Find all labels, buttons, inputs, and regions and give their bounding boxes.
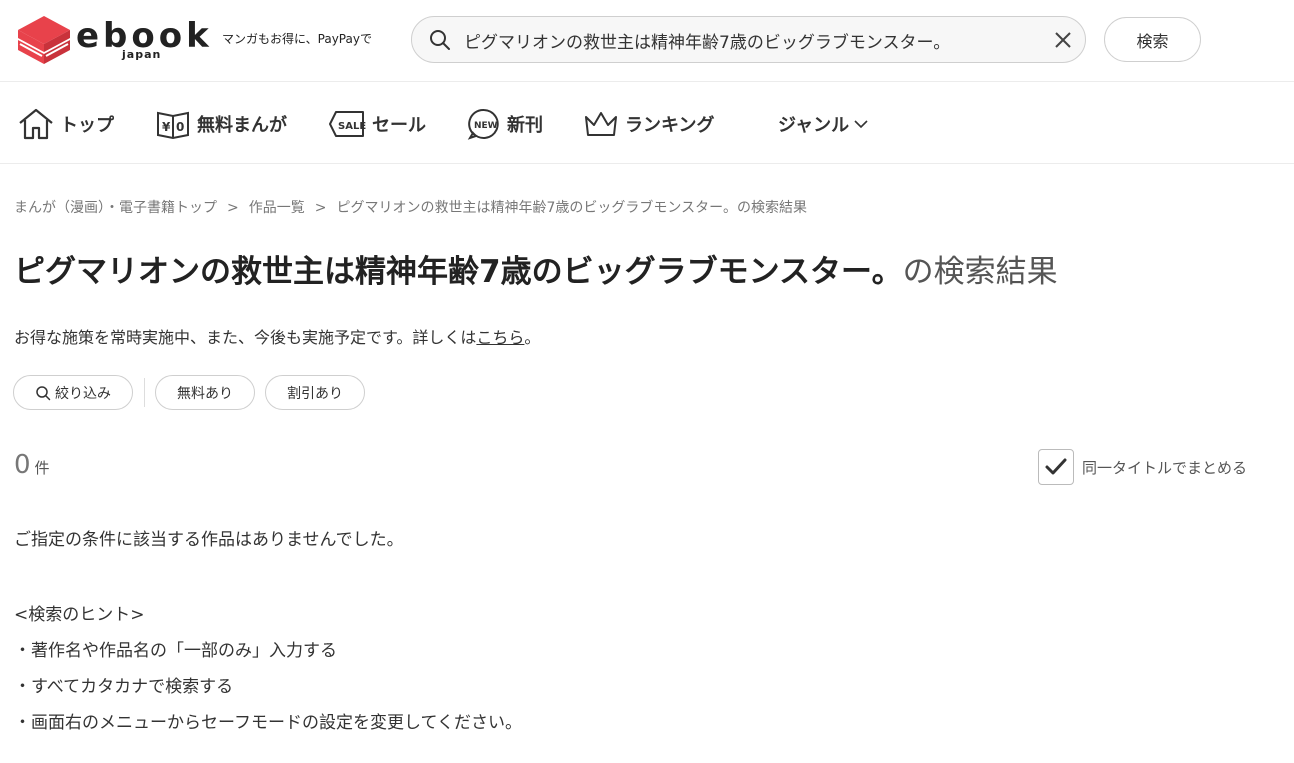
nav-label: 新刊 [507,115,543,136]
hint-item: ・すべてカタカナで検索する [14,677,234,697]
page-title-suffix: の検索結果 [902,254,1058,290]
result-count-unit: 件 [34,459,50,477]
hint-item: ・著作名や作品名の「一部のみ」入力する [14,641,337,661]
nav-item-free-manga[interactable]: ¥ 0 無料まんが [155,104,287,144]
nav-label: ランキング [625,115,715,136]
breadcrumb-separator: > [314,200,327,216]
search-hints: <検索のヒント> ・著作名や作品名の「一部のみ」入力する ・すべてカタカナで検索… [14,597,522,741]
chip-divider [144,378,145,407]
breadcrumb-item-works[interactable]: 作品一覧 [249,200,305,216]
logo-subtext: japan [122,48,162,61]
search-icon [36,385,51,400]
result-count: 0件 [14,450,50,480]
nav-label: 無料まんが [197,115,287,136]
result-count-number: 0 [14,450,31,480]
filter-free-button[interactable]: 無料あり [155,375,255,410]
page-title-query: ピグマリオンの救世主は精神年齢7歳のビッグラブモンスター。 [14,254,903,290]
svg-text:0: 0 [176,120,184,134]
breadcrumb: まんが（漫画）・電子書籍トップ > 作品一覧 > ピグマリオンの救世主は精神年齢7歳のビ… [14,197,807,217]
breadcrumb-item-current: ピグマリオンの救世主は精神年齢7歳のビッグラブモンスター。の検索結果 [336,200,807,216]
search-icon [430,30,450,50]
checkmark-icon [1045,458,1067,475]
nav-label: セール [372,115,426,136]
svg-text:SALE: SALE [338,121,366,132]
chip-label: 絞り込み [55,385,111,402]
svg-text:NEW: NEW [474,121,498,131]
search-box [411,16,1086,63]
search-button[interactable]: 検索 [1104,17,1201,62]
group-checkbox[interactable] [1038,449,1074,485]
breadcrumb-item-top[interactable]: まんが（漫画）・電子書籍トップ [14,200,217,216]
nav-item-sale[interactable]: SALE セール [328,104,426,144]
filter-discount-button[interactable]: 割引あり [265,375,365,410]
filter-narrow-button[interactable]: 絞り込み [13,375,133,410]
nav-label: ジャンル [778,115,850,136]
chevron-down-icon [854,120,868,129]
group-same-title-toggle[interactable]: 同一タイトルでまとめる [1038,449,1247,485]
home-icon [19,108,53,140]
empty-result-message: ご指定の条件に該当する作品はありませんでした。 [14,530,404,550]
notice-text: お得な施策を常時実施中、また、今後も実施予定です。詳しくは [14,328,477,347]
book-stack-logo-icon [18,16,70,64]
sale-tag-icon: SALE [329,111,366,137]
free-book-icon: ¥ 0 [157,111,189,140]
nav-item-ranking[interactable]: ランキング [583,104,714,144]
promo-notice: お得な施策を常時実施中、また、今後も実施予定です。詳しくはこちら。 [14,324,540,348]
main-nav: トップ ¥ 0 無料まんが SALE セール NEW 新刊 ランキング ジャンル [0,82,1294,164]
notice-link[interactable]: こちら [476,328,524,347]
notice-end: 。 [524,328,541,347]
group-label: 同一タイトルでまとめる [1082,458,1248,477]
nav-item-genre[interactable]: ジャンル [778,104,869,144]
new-badge-icon: NEW [467,108,499,140]
ebook-japan-logo[interactable]: ebook japan [16,14,209,66]
clear-search-icon[interactable] [1052,29,1074,51]
breadcrumb-separator: > [227,200,239,216]
site-header: ebook japan マンガもお得に、PayPayで 検索 [0,0,1294,82]
nav-item-top[interactable]: トップ [18,104,114,144]
hint-item: ・画面右のメニューからセーフモードの設定を変更してください。 [14,713,522,733]
search-input[interactable] [464,25,1039,55]
tagline: マンガもお得に、PayPayで [222,32,372,46]
crown-icon [585,112,617,136]
svg-text:¥: ¥ [162,120,171,134]
page-title: ピグマリオンの救世主は精神年齢7歳のビッグラブモンスター。の検索結果 [14,246,1058,291]
nav-label: トップ [60,115,114,136]
nav-item-new[interactable]: NEW 新刊 [467,104,543,144]
hints-title: <検索のヒント> [14,605,145,625]
